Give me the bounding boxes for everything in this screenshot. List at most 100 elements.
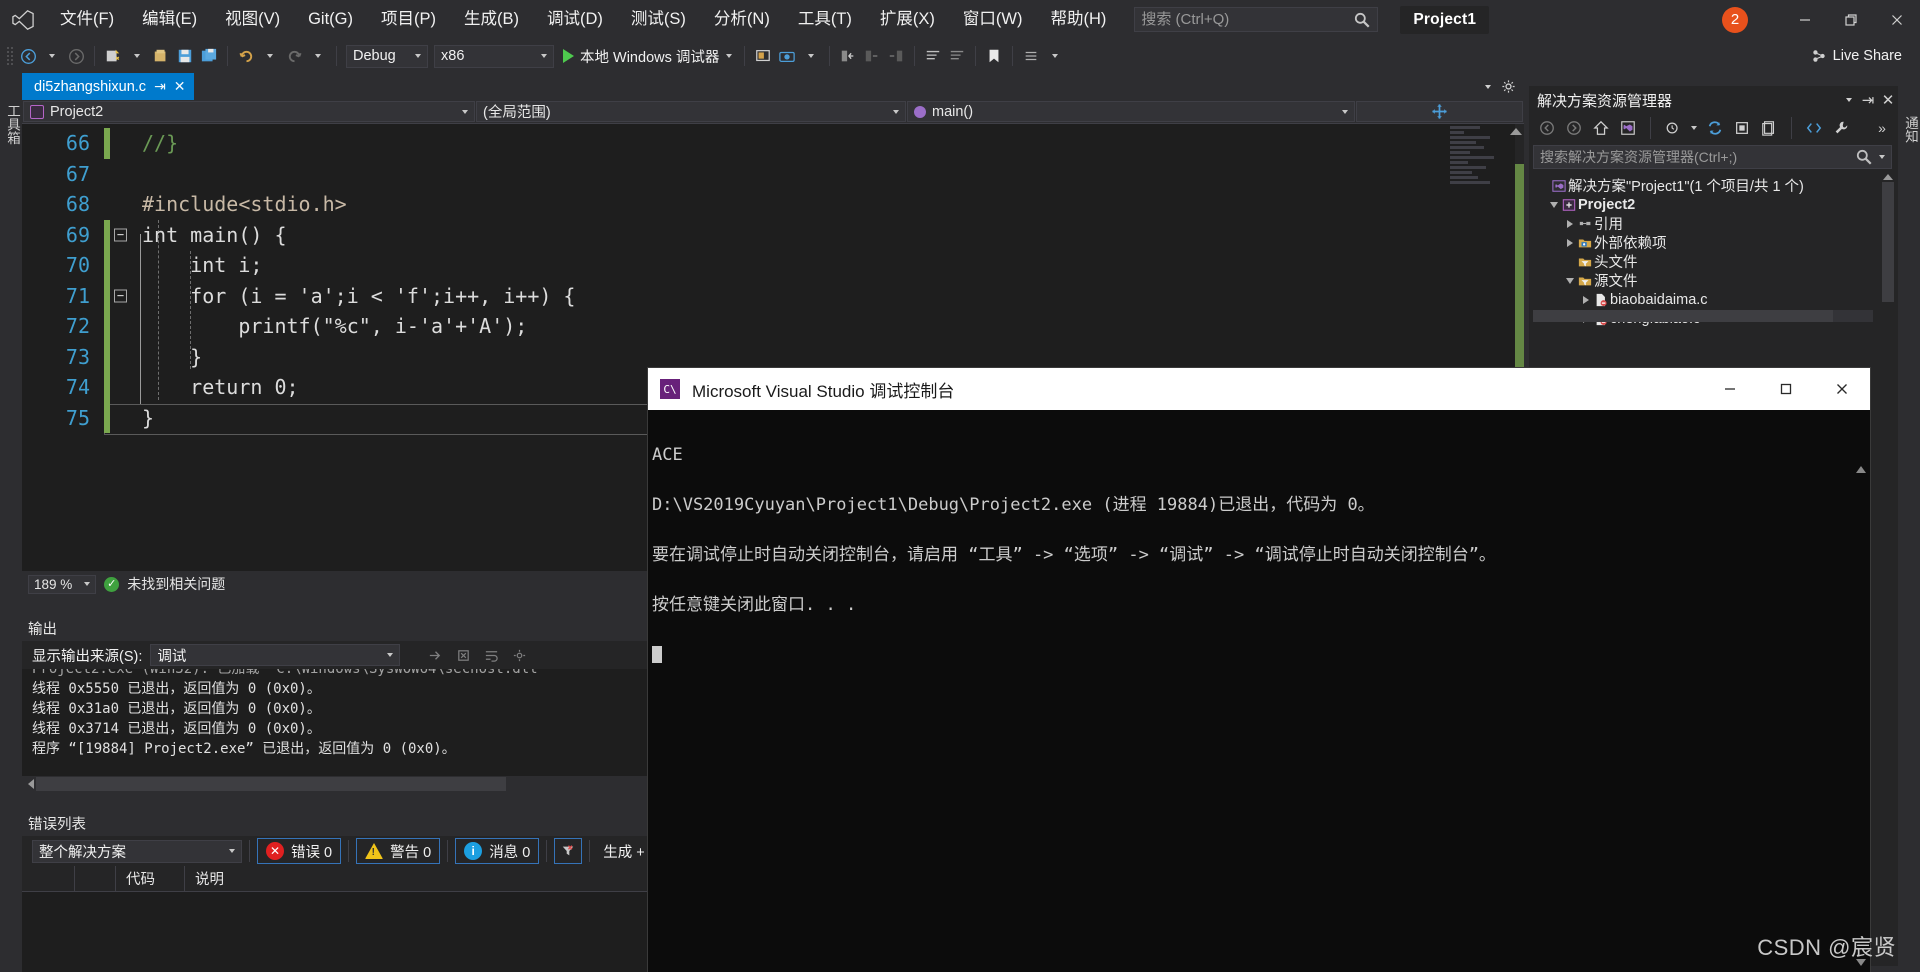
tree-node-source-files[interactable]: 源文件 bbox=[1529, 271, 1898, 290]
scroll-up-arrow-icon[interactable] bbox=[1883, 174, 1893, 180]
start-debugging-button[interactable]: 本地 Windows 调试器 bbox=[557, 44, 738, 68]
notification-badge[interactable]: 2 bbox=[1722, 6, 1748, 33]
save-icon[interactable] bbox=[173, 44, 197, 68]
global-search-box[interactable] bbox=[1134, 7, 1379, 32]
output-scroll-thumb[interactable] bbox=[36, 777, 506, 791]
forward-icon[interactable] bbox=[1562, 116, 1586, 140]
properties-wrench-icon[interactable] bbox=[1829, 116, 1853, 140]
glyph-margin[interactable] bbox=[110, 403, 136, 434]
collapse-region-icon[interactable]: − bbox=[114, 289, 127, 303]
console-close-button[interactable] bbox=[1814, 368, 1870, 410]
scroll-up-arrow-icon[interactable] bbox=[1510, 128, 1522, 135]
errors-filter-button[interactable]: ✕ 错误 0 bbox=[257, 838, 342, 864]
close-button[interactable] bbox=[1874, 0, 1920, 39]
solution-explorer-search-input[interactable] bbox=[1540, 149, 1855, 165]
glyph-margin[interactable] bbox=[110, 372, 136, 403]
output-toggle-wordwrap-icon[interactable] bbox=[480, 644, 502, 666]
comment-lines-icon[interactable] bbox=[921, 44, 945, 68]
menu-item-file[interactable]: 文件(F) bbox=[46, 0, 128, 39]
debug-console-window[interactable]: C\ Microsoft Visual Studio 调试控制台 ACE D:\… bbox=[648, 368, 1870, 972]
glyph-margin[interactable] bbox=[110, 311, 136, 342]
search-options-dropdown-icon[interactable] bbox=[1879, 155, 1885, 159]
glyph-margin[interactable] bbox=[110, 128, 136, 159]
notifications-vertical-tab[interactable]: 通知 bbox=[1898, 86, 1920, 166]
glyph-margin[interactable]: − bbox=[110, 281, 136, 312]
glyph-margin[interactable] bbox=[110, 342, 136, 373]
solution-tree[interactable]: 解决方案"Project1"(1 个项目/共 1 个) Project2 引用 bbox=[1529, 172, 1898, 328]
preview-selected-items-icon[interactable] bbox=[751, 44, 775, 68]
global-search-input[interactable] bbox=[1141, 11, 1354, 28]
pending-changes-icon[interactable] bbox=[1661, 116, 1685, 140]
scroll-thumb[interactable] bbox=[1882, 182, 1894, 302]
glyph-margin[interactable] bbox=[110, 250, 136, 281]
refresh-icon[interactable] bbox=[1703, 116, 1727, 140]
output-clear-pane-icon[interactable] bbox=[452, 644, 474, 666]
tree-node-header-files[interactable]: 头文件 bbox=[1529, 252, 1898, 271]
zoom-level-combo[interactable]: 189 % bbox=[28, 574, 97, 594]
console-title-bar[interactable]: C\ Microsoft Visual Studio 调试控制台 bbox=[648, 368, 1870, 410]
new-project-icon[interactable] bbox=[101, 44, 125, 68]
redo-dropdown[interactable] bbox=[306, 44, 330, 68]
glyph-margin[interactable]: − bbox=[110, 220, 136, 251]
code-line[interactable]: 70 int i; bbox=[22, 250, 1524, 281]
active-files-dropdown-icon[interactable] bbox=[1485, 84, 1491, 89]
navbar-project-combo[interactable]: Project2 bbox=[23, 101, 475, 122]
code-line[interactable]: 66 //} bbox=[22, 128, 1524, 159]
collapse-region-icon[interactable]: − bbox=[114, 228, 127, 242]
menu-item-help[interactable]: 帮助(H) bbox=[1036, 0, 1120, 39]
screenshot-dropdown[interactable] bbox=[799, 44, 823, 68]
tree-node-external-dependencies[interactable]: 外部依赖项 bbox=[1529, 233, 1898, 252]
view-code-icon[interactable] bbox=[1802, 116, 1826, 140]
error-col-code[interactable]: 代码 bbox=[116, 868, 184, 889]
output-source-combo[interactable]: 调试 bbox=[150, 644, 401, 666]
error-col-description[interactable]: 说明 bbox=[185, 868, 234, 889]
split-view-button[interactable] bbox=[1356, 101, 1523, 122]
minimize-button[interactable] bbox=[1782, 0, 1828, 39]
console-output[interactable]: ACE D:\VS2019Cyuyan\Project1\Debug\Proje… bbox=[648, 410, 1870, 972]
error-scope-combo[interactable]: 整个解决方案 bbox=[32, 839, 242, 863]
scroll-up-arrow-icon[interactable] bbox=[1855, 466, 1866, 473]
menu-item-git[interactable]: Git(G) bbox=[294, 0, 367, 39]
save-all-icon[interactable] bbox=[197, 44, 221, 68]
glyph-margin[interactable] bbox=[110, 159, 136, 190]
show-all-files-icon[interactable] bbox=[1757, 116, 1781, 140]
code-line[interactable]: 67 bbox=[22, 159, 1524, 190]
solution-platform-combo[interactable]: x86 bbox=[434, 44, 554, 68]
back-icon[interactable] bbox=[1535, 116, 1559, 140]
navbar-function-combo[interactable]: main() bbox=[907, 101, 1355, 122]
solution-configuration-combo[interactable]: Debug bbox=[346, 44, 428, 68]
step-over-icon[interactable] bbox=[860, 44, 884, 68]
twisty-expanded-icon[interactable] bbox=[1563, 277, 1576, 284]
code-line[interactable]: 71 − for (i = 'a';i < 'f';i++, i++) { bbox=[22, 280, 1524, 312]
menu-item-analyze[interactable]: 分析(N) bbox=[700, 0, 784, 39]
menu-item-view[interactable]: 视图(V) bbox=[211, 0, 294, 39]
toolbar-overflow-icon[interactable] bbox=[1043, 44, 1067, 68]
messages-filter-button[interactable]: i 消息 0 bbox=[455, 838, 540, 864]
code-line[interactable]: 68 #include<stdio.h> bbox=[22, 189, 1524, 220]
solution-tree-horizontal-scrollbar[interactable] bbox=[1533, 310, 1873, 322]
solution-tree-vertical-scrollbar[interactable] bbox=[1882, 172, 1894, 472]
clear-filter-button[interactable] bbox=[554, 838, 583, 864]
menu-item-project[interactable]: 项目(P) bbox=[367, 0, 450, 39]
gear-icon[interactable] bbox=[1501, 79, 1516, 94]
solution-home-icon[interactable] bbox=[1616, 116, 1640, 140]
menu-item-test[interactable]: 测试(S) bbox=[617, 0, 700, 39]
restore-button[interactable] bbox=[1828, 0, 1874, 39]
scroll-left-arrow-icon[interactable] bbox=[28, 779, 34, 789]
panel-drag-dots[interactable] bbox=[1676, 99, 1836, 101]
twisty-expanded-icon[interactable] bbox=[1547, 201, 1560, 208]
project-chip[interactable]: Project1 bbox=[1400, 5, 1490, 34]
navigate-back-dropdown[interactable] bbox=[40, 44, 64, 68]
menu-item-edit[interactable]: 编辑(E) bbox=[128, 0, 211, 39]
collapse-all-icon[interactable] bbox=[1730, 116, 1754, 140]
twisty-collapsed-icon[interactable] bbox=[1563, 238, 1576, 247]
menu-item-debug[interactable]: 调试(D) bbox=[533, 0, 617, 39]
glyph-margin[interactable] bbox=[110, 189, 136, 220]
navigate-back-button[interactable] bbox=[16, 44, 40, 68]
toolbox-vertical-tab[interactable]: 工具箱 bbox=[0, 78, 22, 164]
home-icon[interactable] bbox=[1589, 116, 1613, 140]
new-project-dropdown[interactable] bbox=[125, 44, 149, 68]
navbar-scope-combo[interactable]: (全局范围) bbox=[476, 101, 906, 122]
solution-explorer-search-box[interactable] bbox=[1533, 145, 1892, 169]
menu-item-window[interactable]: 窗口(W) bbox=[949, 0, 1037, 39]
